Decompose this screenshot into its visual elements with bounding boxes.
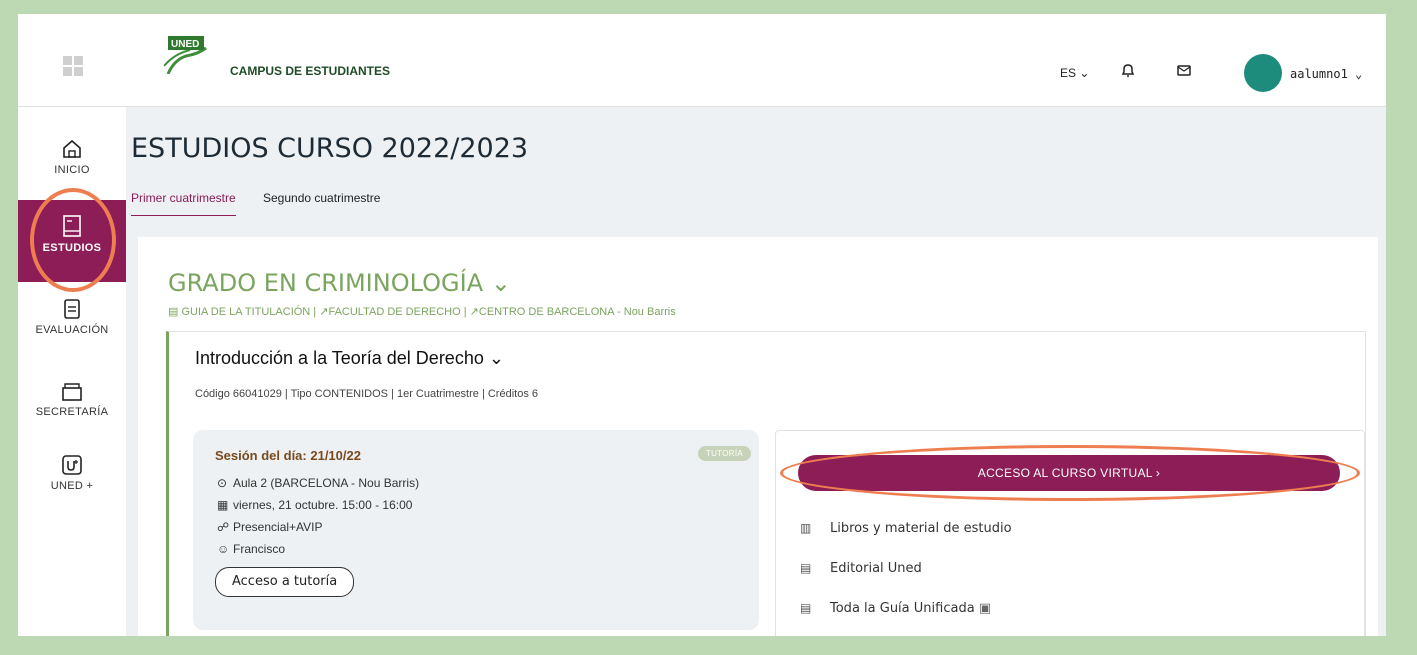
mail-icon[interactable] [1176, 62, 1192, 83]
sidebar-item-label: UNED + [50, 480, 94, 492]
clipboard-icon [64, 299, 80, 319]
uned-plus-icon [62, 455, 82, 475]
link-centro[interactable]: CENTRO DE BARCELONA - Nou Barris [479, 306, 676, 318]
session-tutor-text: Francisco [233, 542, 286, 556]
printer-icon: ▤ [800, 561, 812, 575]
session-card: Sesión del día: 21/10/22 TUTORÍA ⊙ Aula 2… [193, 430, 759, 630]
subject-title[interactable]: Introducción a la Teoría del Derecho ⌄ [195, 348, 504, 369]
brand-title: CAMPUS DE ESTUDIANTES [230, 64, 391, 78]
link-guia-titulacion[interactable]: GUIA DE LA TITULACIÓN [181, 306, 310, 318]
language-selector[interactable]: ES ⌄ [1060, 66, 1089, 80]
logo-text: UNED [171, 39, 199, 50]
session-mode-text: Presencial+AVIP [233, 520, 323, 534]
degree-links: ▤ GUIA DE LA TITULACIÓN | ↗FACULTAD DE D… [168, 306, 676, 318]
session-datetime-text: viernes, 21 octubre. 15:00 - 16:00 [233, 498, 413, 512]
home-icon [63, 139, 81, 158]
document-icon: ▤ [800, 601, 812, 615]
sidebar-item-label: ESTUDIOS [42, 242, 102, 254]
tab-primer-cuatrimestre[interactable]: Primer cuatrimestre [131, 191, 236, 216]
pdf-icon: ▣ [978, 601, 992, 616]
degree-card: GRADO EN CRIMINOLOGÍA ⌄ ▤ GUIA DE LA TIT… [138, 237, 1378, 636]
status-badge: TUTORÍA [697, 446, 751, 461]
link-guia-unificada-label: Toda la Guía Unificada [830, 601, 975, 616]
virtual-course-button[interactable]: ACCESO AL CURSO VIRTUAL › [798, 455, 1340, 491]
page-title: ESTUDIOS CURSO 2022/2023 [131, 133, 529, 164]
books-icon: ▥ [800, 521, 812, 535]
bell-icon[interactable] [1120, 62, 1136, 83]
link-editorial-label: Editorial Uned [830, 561, 922, 576]
book-icon [63, 215, 81, 237]
user-icon: ☺ [217, 542, 230, 556]
link-libros-label: Libros y material de estudio [830, 521, 1012, 536]
session-datetime: ▦ viernes, 21 octubre. 15:00 - 16:00 [217, 498, 412, 512]
subject-card: Introducción a la Teoría del Derecho ⌄ C… [166, 331, 1366, 636]
apps-grid-icon[interactable] [18, 14, 126, 107]
session-location-text: Aula 2 (BARCELONA - Nou Barris) [233, 476, 420, 490]
sidebar-item-label: SECRETARÍA [35, 406, 109, 418]
session-mode: ☍ Presencial+AVIP [217, 520, 323, 534]
calendar-icon: ▦ [217, 498, 229, 512]
link-facultad[interactable]: FACULTAD DE DERECHO [328, 306, 460, 318]
subject-meta: Código 66041029 | Tipo CONTENIDOS | 1er … [195, 388, 538, 400]
top-header: UNED CAMPUS DE ESTUDIANTES ES ⌄ aalumno1… [126, 14, 1386, 107]
avatar[interactable] [1244, 54, 1282, 92]
sidebar: INICIO ESTUDIOS EVALUACIÓN SECRETARÍA UN… [18, 14, 127, 636]
access-tutoria-button[interactable]: Acceso a tutoría [215, 567, 355, 597]
archive-icon [62, 383, 82, 401]
external-link-icon: ↗ [469, 306, 479, 318]
session-tutor: ☺ Francisco [217, 542, 285, 556]
uned-logo: UNED [163, 34, 208, 75]
user-menu[interactable]: aalumno1 ⌄ [1290, 67, 1362, 81]
sidebar-item-label: EVALUACIÓN [35, 324, 109, 336]
pdf-icon: ▤ [168, 306, 179, 318]
link-editorial[interactable]: ▤ Editorial Uned [800, 561, 922, 576]
sidebar-item-inicio[interactable]: INICIO [18, 138, 126, 176]
title-bar: ESTUDIOS CURSO 2022/2023 Primer cuatrime… [126, 107, 1386, 225]
app-frame: INICIO ESTUDIOS EVALUACIÓN SECRETARÍA UN… [18, 14, 1386, 636]
session-location: ⊙ Aula 2 (BARCELONA - Nou Barris) [217, 476, 419, 490]
main-content: GRADO EN CRIMINOLOGÍA ⌄ ▤ GUIA DE LA TIT… [126, 225, 1386, 636]
sidebar-item-evaluacion[interactable]: EVALUACIÓN [18, 298, 126, 336]
sidebar-item-uned-plus[interactable]: UNED + [18, 454, 126, 492]
link-libros[interactable]: ▥ Libros y material de estudio [800, 521, 1012, 536]
degree-title[interactable]: GRADO EN CRIMINOLOGÍA ⌄ [168, 269, 511, 297]
tab-segundo-cuatrimestre[interactable]: Segundo cuatrimestre [263, 191, 380, 205]
location-icon: ⊙ [217, 476, 228, 490]
mouse-icon: ☍ [217, 520, 230, 534]
resources-panel: ACCESO AL CURSO VIRTUAL › ▥ Libros y mate… [775, 430, 1365, 636]
sidebar-item-label: INICIO [54, 164, 90, 176]
session-title: Sesión del día: 21/10/22 [215, 448, 361, 463]
link-guia-unificada[interactable]: ▤ Toda la Guía Unificada ▣ [800, 601, 991, 616]
sidebar-item-secretaria[interactable]: SECRETARÍA [18, 380, 126, 418]
sidebar-item-estudios[interactable]: ESTUDIOS [18, 200, 126, 282]
